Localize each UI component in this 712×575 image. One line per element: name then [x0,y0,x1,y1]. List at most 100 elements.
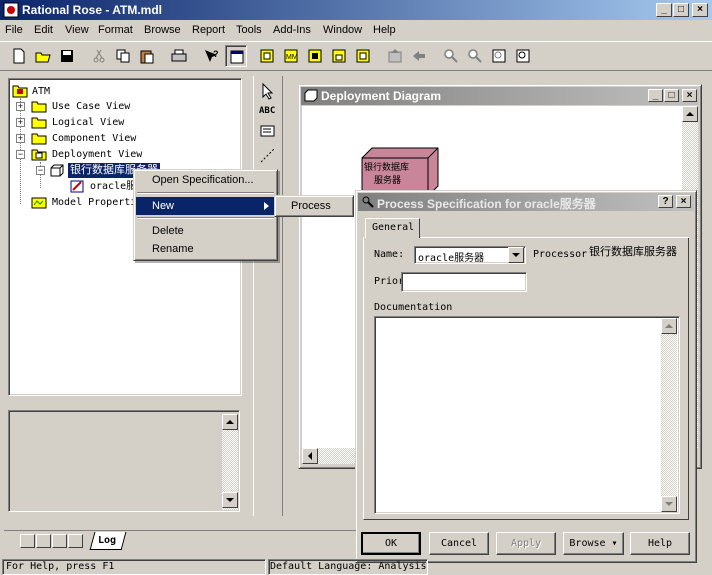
process-icon [70,180,84,193]
minimize-button[interactable]: _ [656,3,672,17]
status-language-text: Default Language: Analysis [270,561,427,572]
cut-icon[interactable] [88,45,110,67]
diagram-sequence-icon[interactable] [352,45,374,67]
expand-component-view[interactable]: + [16,134,25,143]
submenu-process[interactable]: Process [277,197,351,215]
fit-window-icon[interactable] [488,45,510,67]
doc-scroll-down[interactable] [222,492,238,508]
collapse-processor[interactable]: − [36,166,45,175]
new-file-icon[interactable] [8,45,30,67]
selection-arrow-icon[interactable] [259,82,277,100]
open-folder-icon[interactable] [32,45,54,67]
documentation-scroll-down[interactable] [661,496,677,512]
diagram-maximize-button[interactable]: □ [664,89,679,102]
menu-edit[interactable]: Edit [34,21,53,39]
maximize-button[interactable]: □ [673,3,689,17]
ctx-rename-label: Rename [152,243,194,255]
menu-report[interactable]: Report [192,21,225,39]
ctx-open-specification[interactable]: Open Specification... [136,171,274,189]
menu-add-ins[interactable]: Add-Ins [273,21,311,39]
close-button[interactable]: × [692,3,708,17]
zoom-in-icon[interactable] [440,45,462,67]
folder-icon [31,117,47,129]
log-next-button[interactable] [52,534,67,548]
main-title-bar[interactable]: Rational Rose - ATM.mdl _ □ × [0,0,712,20]
name-value[interactable]: oracle服务器 [418,249,484,264]
ctx-new[interactable]: New [136,197,274,215]
menu-tools[interactable]: Tools [236,21,262,39]
name-combo-dropdown[interactable] [508,247,524,263]
rose-app-icon[interactable] [3,2,19,18]
menu-format[interactable]: Format [98,21,133,39]
ok-button[interactable]: OK [361,532,421,555]
diagram-usecase-icon[interactable]: MM [280,45,302,67]
diagram-scroll-up[interactable] [682,106,698,122]
diagram-close-button[interactable]: × [682,89,697,102]
menu-browse[interactable]: Browse [144,21,181,39]
tree-item-use-case-view[interactable]: Use Case View [52,99,130,114]
tree-item-logical-view[interactable]: Logical View [52,115,124,130]
processor-value: 银行数据库服务器 [589,246,677,258]
menu-help[interactable]: Help [373,21,396,39]
documentation-scrollbar[interactable] [661,318,677,512]
tree-item-oracle-server[interactable]: oracle服 [90,179,136,194]
deployment-diagram-icon [304,89,318,102]
menu-file[interactable]: File [5,21,23,39]
tree-item-component-view[interactable]: Component View [52,131,136,146]
collapse-deployment-view[interactable]: − [16,150,25,159]
expand-use-case-view[interactable]: + [16,102,25,111]
diagram-scroll-left[interactable] [302,448,318,464]
priority-field[interactable] [401,272,527,292]
tree-root[interactable]: ATM [32,84,50,99]
dialog-spec-icon [362,196,374,208]
browse-button[interactable]: Browse ▾ [563,532,624,555]
documentation-label: Documentation [374,302,453,313]
zoom-out-icon[interactable] [464,45,486,67]
doc-scroll-up[interactable] [222,414,238,430]
folder-icon [31,133,47,145]
submenu-arrow-icon [264,202,269,210]
save-icon[interactable] [56,45,78,67]
back-arrow-icon[interactable] [408,45,430,67]
log-last-button[interactable] [68,534,83,548]
tree-item-deployment-view[interactable]: Deployment View [52,147,142,162]
deployment-diagram-title: Deployment Diagram [321,89,442,103]
folder-open-icon [31,149,47,161]
name-label: Name: [374,249,405,260]
documentation-scroll-up[interactable] [661,318,677,334]
context-help-icon[interactable]: ? [200,45,222,67]
cancel-button[interactable]: Cancel [429,532,489,555]
processor-label: Processor [533,249,588,260]
apply-button[interactable]: Apply [496,532,556,555]
documentation-panel[interactable] [8,410,240,512]
ctx-delete[interactable]: Delete [136,222,274,240]
diagram-component-icon[interactable] [304,45,326,67]
documentation-textarea[interactable] [374,316,680,514]
status-help-text: For Help, press F1 [6,561,115,572]
note-tool-icon[interactable] [259,124,277,140]
browser-toggle-icon[interactable] [225,45,247,67]
folder-icon [31,101,47,113]
log-tab-label: Log [98,535,117,546]
menu-view[interactable]: View [65,21,89,39]
log-first-button[interactable] [20,534,35,548]
log-prev-button[interactable] [36,534,51,548]
expand-logical-view[interactable]: + [16,118,25,127]
dialog-close-button[interactable]: × [676,195,691,208]
diagram-class-icon[interactable] [256,45,278,67]
menu-window[interactable]: Window [323,21,362,39]
browse-parent-icon[interactable] [384,45,406,67]
dialog-help-button[interactable]: ? [658,195,673,208]
paste-icon[interactable] [136,45,158,67]
copy-icon[interactable] [112,45,134,67]
diagram-deployment-icon[interactable] [328,45,350,67]
menu-bar: File Edit View Format Browse Report Tool… [0,20,712,39]
print-icon[interactable] [168,45,190,67]
anchor-tool-icon[interactable] [259,146,277,164]
text-tool-label[interactable]: ABC [259,106,275,116]
ctx-rename[interactable]: Rename [136,240,274,258]
help-button[interactable]: Help [630,532,690,555]
undo-fit-icon[interactable] [512,45,534,67]
diagram-minimize-button[interactable]: _ [648,89,663,102]
ctx-separator-2 [137,217,274,219]
